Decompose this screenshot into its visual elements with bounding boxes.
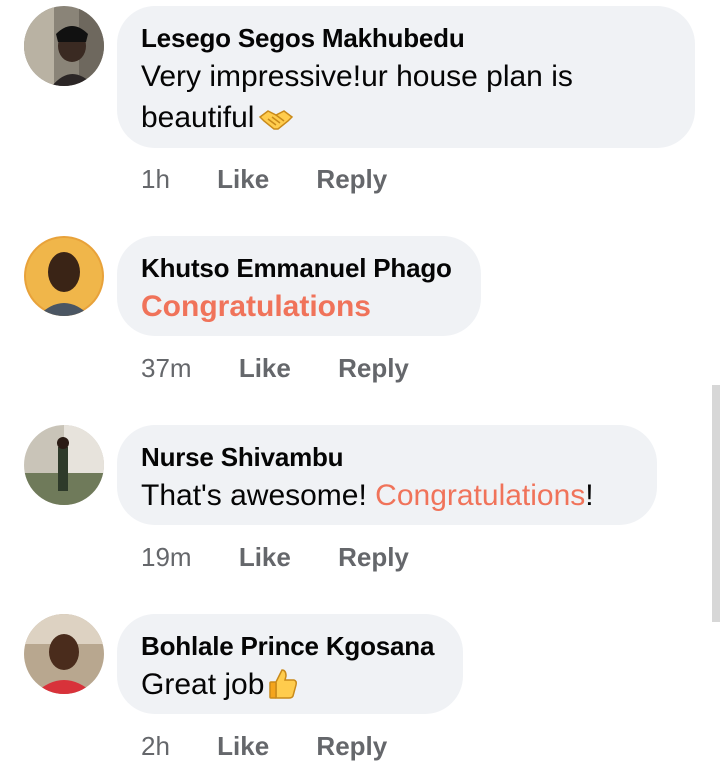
comment-bubble: Bohlale Prince Kgosana Great job (117, 614, 463, 714)
congratulations-highlight[interactable]: Congratulations (141, 290, 371, 323)
comment-text-line: Very impressive!ur house plan is (141, 60, 573, 93)
comment-actions: 19m Like Reply (141, 542, 409, 572)
thumbs-up-icon (268, 668, 298, 711)
like-button[interactable]: Like (239, 353, 291, 383)
comment-text: Great job (141, 664, 439, 711)
comment-text: Congratulations (141, 286, 457, 327)
avatar[interactable] (24, 425, 104, 505)
comment-time[interactable]: 19m (141, 542, 192, 572)
reply-button[interactable]: Reply (338, 542, 409, 572)
comment-time[interactable]: 1h (141, 164, 170, 194)
comment-author[interactable]: Nurse Shivambu (141, 441, 633, 473)
comment-author[interactable]: Lesego Segos Makhubedu (141, 22, 671, 54)
comment-text-line: beautiful (141, 97, 671, 144)
like-button[interactable]: Like (239, 542, 291, 572)
comment-time[interactable]: 2h (141, 731, 170, 761)
avatar[interactable] (24, 6, 104, 86)
comment-text: Very impressive!ur house plan is beautif… (141, 56, 671, 144)
comment-bubble: Khutso Emmanuel Phago Congratulations (117, 236, 481, 336)
comment-text-word: beautiful (141, 101, 255, 134)
reply-button[interactable]: Reply (316, 731, 387, 761)
comment-text: That's awesome! Congratulations! (141, 475, 633, 516)
reply-button[interactable]: Reply (316, 164, 387, 194)
reply-button[interactable]: Reply (338, 353, 409, 383)
comment-author[interactable]: Bohlale Prince Kgosana (141, 630, 439, 662)
handshake-icon (258, 103, 294, 144)
comment-bubble: Lesego Segos Makhubedu Very impressive!u… (117, 6, 695, 148)
avatar[interactable] (24, 236, 104, 316)
comment-actions: 2h Like Reply (141, 731, 387, 761)
scrollbar[interactable] (712, 385, 720, 622)
comment-author[interactable]: Khutso Emmanuel Phago (141, 252, 457, 284)
congratulations-highlight[interactable]: Congratulations (375, 479, 585, 512)
comment-actions: 1h Like Reply (141, 164, 387, 194)
comment-bubble: Nurse Shivambu That's awesome! Congratul… (117, 425, 657, 525)
like-button[interactable]: Like (217, 164, 269, 194)
avatar[interactable] (24, 614, 104, 694)
comment-time[interactable]: 37m (141, 353, 192, 383)
comment-text-part: Great job (141, 668, 265, 701)
like-button[interactable]: Like (217, 731, 269, 761)
comment-text-part: That's awesome! (141, 479, 376, 512)
comment-text-part: ! (585, 479, 594, 512)
comment-actions: 37m Like Reply (141, 353, 409, 383)
